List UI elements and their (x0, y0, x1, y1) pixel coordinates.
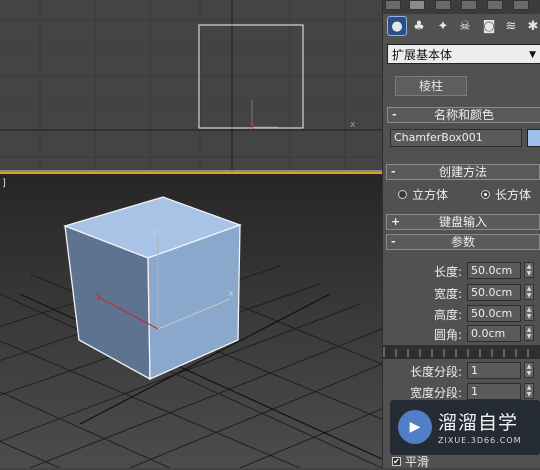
modify-tab[interactable] (409, 0, 425, 10)
collapse-icon: - (391, 165, 396, 178)
perspective-viewport-scene: ] z x y (0, 174, 382, 468)
creation-method-rollout-header[interactable]: - 创建方法 (386, 164, 540, 180)
length-segs-label: 长度分段: (409, 365, 462, 379)
height-label: 高度: (433, 308, 462, 322)
top-viewport[interactable]: y x (0, 0, 382, 170)
z-axis-label: z (152, 229, 157, 239)
lights-icon[interactable]: ✦ (433, 16, 453, 36)
top-y-axis-label: y (250, 121, 256, 131)
collapse-icon: - (392, 108, 397, 121)
width-label: 宽度: (433, 287, 462, 301)
helpers-icon[interactable]: ◙ (479, 16, 499, 36)
create-tab[interactable] (385, 0, 401, 10)
length-spinner[interactable]: ▲ ▼ (524, 262, 534, 278)
chevron-down-icon: ▼ (529, 50, 536, 60)
hierarchy-tab[interactable] (435, 0, 451, 10)
width-field[interactable]: 50.0cm (467, 284, 521, 301)
slider-ticks (383, 347, 529, 357)
radio-cube[interactable]: 立方体 (398, 186, 448, 203)
fillet-label: 圆角: (433, 328, 462, 342)
expand-icon: + (391, 215, 401, 228)
utilities-tab[interactable] (513, 0, 529, 10)
display-tab[interactable] (487, 0, 503, 10)
play-logo-icon: ▶ (398, 410, 432, 444)
cameras-icon[interactable]: ☠ (455, 16, 475, 36)
create-category-icons: ● ♣ ✦ ☠ ◙ ≋ ✱ (383, 14, 540, 38)
rollout-title: 参数 (450, 235, 475, 249)
rollout-title: 名称和颜色 (433, 108, 494, 122)
object-name-field[interactable]: ChamferBox001 (390, 129, 522, 147)
collapse-icon: - (391, 235, 396, 248)
watermark-name: 溜溜自学 (438, 412, 519, 434)
site-watermark: ▶ 溜溜自学 ZIXUE.3D66.COM (390, 400, 540, 455)
length-field[interactable]: 50.0cm (467, 262, 521, 279)
width-segs-label: 宽度分段: (409, 386, 462, 400)
rollout-title: 键盘输入 (438, 215, 487, 229)
top-viewport-grid: y x (0, 0, 382, 170)
viewport-bracket-label: ] (2, 178, 6, 189)
parameters-rollout-header[interactable]: - 参数 (386, 234, 540, 250)
length-segs-field[interactable]: 1 (467, 362, 521, 379)
rollout-title: 创建方法 (438, 165, 487, 179)
fillet-spinner[interactable]: ▲ ▼ (524, 325, 534, 341)
geometry-sphere-icon[interactable]: ● (387, 16, 407, 36)
radio-box[interactable]: 长方体 (481, 186, 531, 203)
radio-box-label: 长方体 (495, 188, 532, 202)
watermark-url: ZIXUE.3D66.COM (438, 436, 522, 445)
command-panel-tabs (383, 0, 540, 14)
prism-button[interactable]: 棱柱 (395, 76, 467, 96)
systems-icon[interactable]: ✱ (523, 16, 540, 36)
radio-cube-dot (398, 190, 407, 199)
radio-box-dot (481, 190, 490, 199)
fillet-field[interactable]: 0.0cm (467, 325, 521, 342)
smooth-checkbox[interactable]: ✔ 平滑 (392, 453, 429, 470)
y-axis-label: y (96, 291, 102, 301)
perspective-viewport[interactable]: ] z x y (0, 174, 382, 468)
object-type-dropdown[interactable]: 扩展基本体 ▼ (387, 44, 540, 64)
keyboard-entry-rollout-header[interactable]: + 键盘输入 (386, 214, 540, 230)
width-segs-spinner[interactable]: ▲ ▼ (524, 383, 534, 399)
length-label: 长度: (433, 265, 462, 279)
dropdown-value: 扩展基本体 (392, 48, 453, 62)
height-spinner[interactable]: ▲ ▼ (524, 305, 534, 321)
shapes-icon[interactable]: ♣ (409, 16, 429, 36)
object-color-swatch[interactable] (527, 129, 540, 147)
height-field[interactable]: 50.0cm (467, 305, 521, 322)
motion-tab[interactable] (461, 0, 477, 10)
width-segs-field[interactable]: 1 (467, 383, 521, 400)
fillet-slider[interactable] (382, 345, 540, 359)
name-color-rollout-header[interactable]: - 名称和颜色 (387, 107, 540, 123)
spacewarps-icon[interactable]: ≋ (501, 16, 521, 36)
width-spinner[interactable]: ▲ ▼ (524, 284, 534, 300)
top-x-axis-label: x (350, 120, 356, 130)
length-segs-spinner[interactable]: ▲ ▼ (524, 362, 534, 378)
smooth-check-icon: ✔ (392, 457, 401, 466)
smooth-label: 平滑 (405, 455, 430, 469)
radio-cube-label: 立方体 (412, 188, 449, 202)
x-axis-label: x (228, 289, 234, 299)
